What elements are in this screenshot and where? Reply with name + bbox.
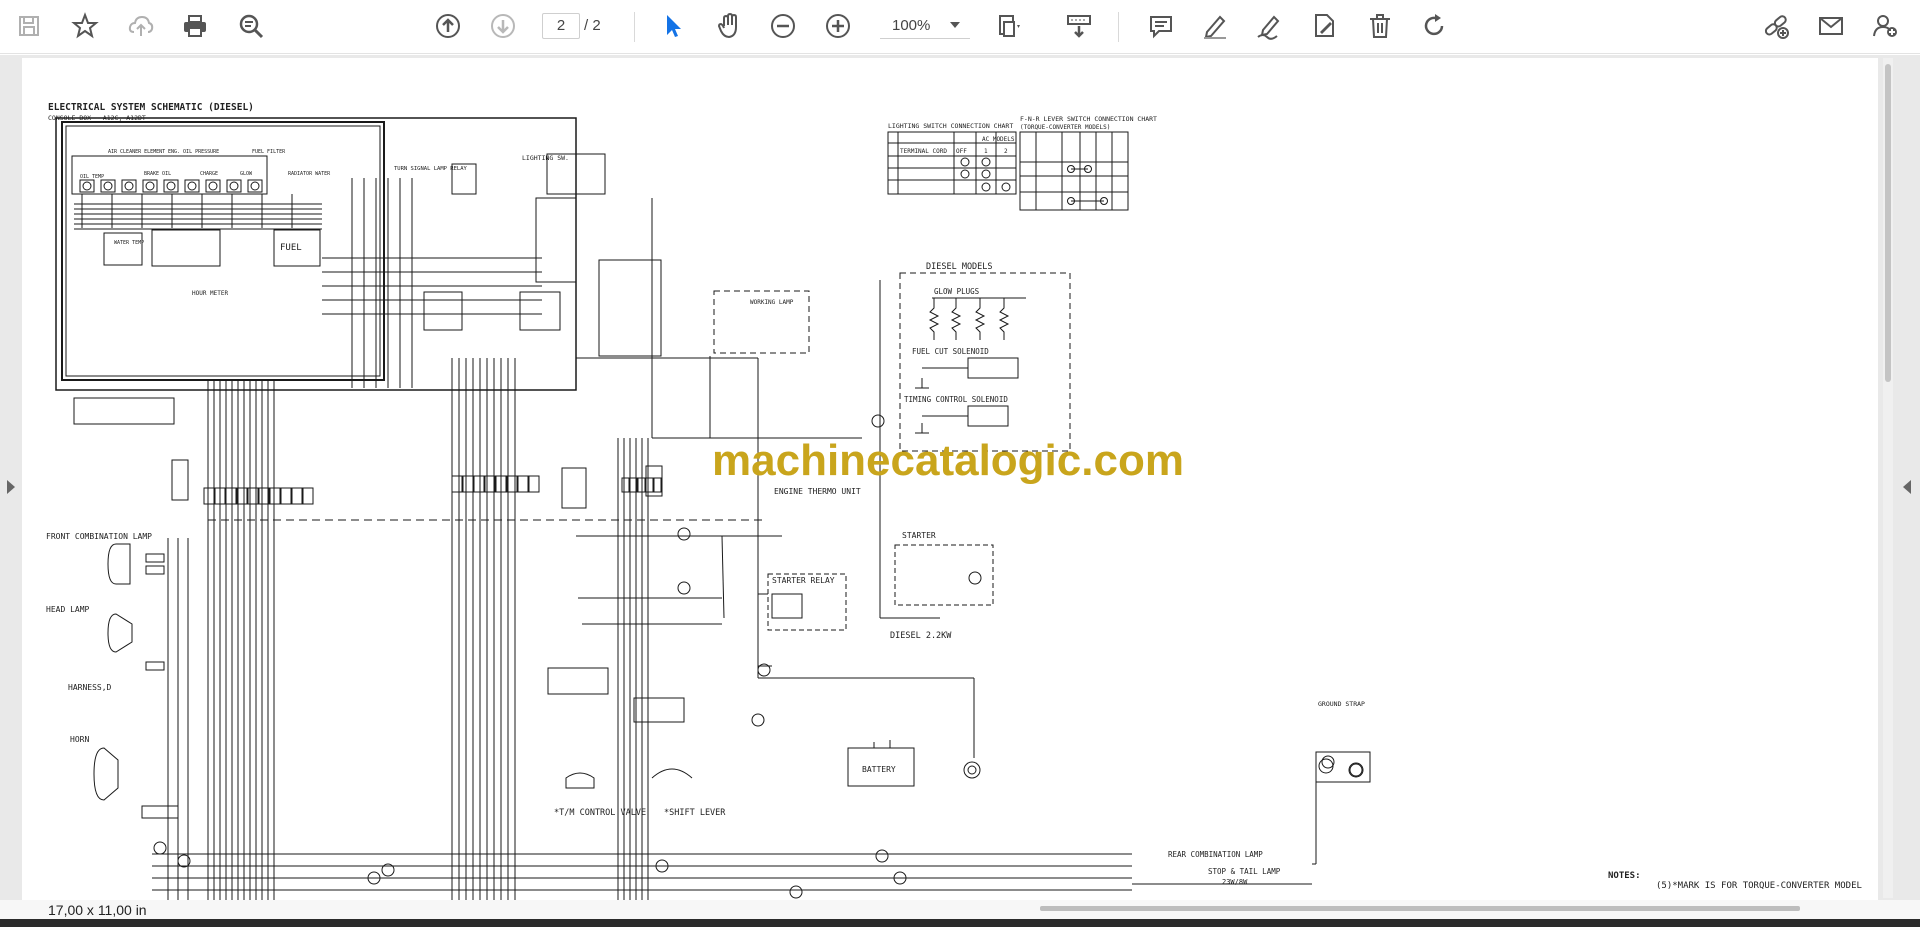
- glow-plugs-label: GLOW PLUGS: [934, 287, 980, 296]
- harness-d-label: HARNESS,D: [68, 683, 112, 692]
- shift-lever-label: *SHIFT LEVER: [664, 808, 726, 818]
- water-temp-label: WATER TEMP: [114, 240, 144, 246]
- brake-oil-label: BRAKE OIL: [144, 171, 171, 177]
- chart-one-label: 1: [984, 148, 988, 155]
- pdf-page: ELECTRICAL SYSTEM SCHEMATIC (DIESEL) CON…: [22, 58, 1878, 900]
- eng-oil-label: ENG. OIL PRESSURE: [168, 149, 219, 155]
- scroll-mode-icon[interactable]: [1062, 9, 1096, 43]
- schematic-title: ELECTRICAL SYSTEM SCHEMATIC (DIESEL): [48, 102, 254, 113]
- zoom-in-icon[interactable]: [821, 9, 855, 43]
- page-number-input[interactable]: 2: [542, 13, 580, 39]
- previous-page-arrow-icon[interactable]: [7, 480, 15, 494]
- battery-label: BATTERY: [862, 765, 896, 774]
- fnr-chart-subtitle: (TORQUE-CONVERTER MODELS): [1020, 124, 1110, 131]
- bookmark-star-icon[interactable]: [68, 9, 102, 43]
- working-lamp-label: WORKING LAMP: [750, 299, 794, 306]
- fuel-gauge-label: FUEL: [280, 243, 302, 253]
- lighting-chart-title: LIGHTING SWITCH CONNECTION CHART: [888, 122, 1013, 130]
- zoom-out-icon[interactable]: [766, 9, 800, 43]
- find-text-icon[interactable]: [234, 9, 268, 43]
- page-fit-icon[interactable]: [992, 9, 1026, 43]
- save-icon[interactable]: [12, 9, 46, 43]
- tm-control-valve-label: *T/M CONTROL VALVE: [554, 808, 646, 818]
- select-cursor-icon[interactable]: [656, 9, 690, 43]
- starter-label: STARTER: [902, 531, 936, 540]
- ground-strap-label: GROUND STRAP: [1318, 700, 1365, 708]
- add-user-icon[interactable]: [1868, 9, 1902, 43]
- charge-label: CHARGE: [200, 171, 218, 177]
- fnr-chart-title: F-N-R LEVER SWITCH CONNECTION CHART: [1020, 115, 1157, 123]
- terminal-cord-label: TERMINAL CORD: [900, 148, 947, 155]
- chart-off-label: OFF: [956, 148, 967, 155]
- highlight-pen-icon[interactable]: [1198, 9, 1232, 43]
- fill-sign-icon[interactable]: [1307, 9, 1341, 43]
- stop-tail-lamp-label: STOP & TAIL LAMP: [1208, 867, 1281, 876]
- head-lamp-label: HEAD LAMP: [46, 605, 90, 614]
- fuel-filter-label: FUEL FILTER: [252, 149, 286, 155]
- glow-label: GLOW: [240, 171, 253, 177]
- starter-relay-label: STARTER RELAY: [772, 576, 835, 585]
- document-viewport[interactable]: ELECTRICAL SYSTEM SCHEMATIC (DIESEL) CON…: [0, 55, 1920, 900]
- fuel-cut-label: FUEL CUT SOLENOID: [912, 347, 989, 356]
- chart-two-label: 2: [1004, 148, 1008, 155]
- diesel-kw-label: DIESEL 2.2KW: [890, 631, 952, 641]
- radiator-water-label: RADIATOR WATER: [288, 171, 331, 177]
- hand-pan-icon[interactable]: [712, 9, 746, 43]
- toolbar: 2 / 2 100%: [0, 0, 1920, 54]
- schematic-subtitle: CONSOLE BOX - A12C, A12DT: [48, 114, 146, 122]
- ac-models-label: AC MODELS: [982, 136, 1015, 143]
- hour-meter-label: HOUR METER: [192, 290, 229, 297]
- engine-thermo-label: ENGINE THERMO UNIT: [774, 487, 861, 496]
- horn-label: HORN: [70, 735, 89, 744]
- comment-icon[interactable]: [1144, 9, 1178, 43]
- next-page-arrow-icon[interactable]: [1903, 480, 1911, 494]
- print-icon[interactable]: [178, 9, 212, 43]
- turn-signal-label: TURN SIGNAL LAMP RELAY: [394, 166, 468, 172]
- lighting-sw-label: LIGHTING SW.: [522, 154, 569, 162]
- window-bottom-edge: [0, 919, 1920, 927]
- rear-combination-lamp-label: REAR COMBINATION LAMP: [1168, 850, 1263, 859]
- page-total-label: / 2: [584, 17, 601, 34]
- front-combination-lamp-label: FRONT COMBINATION LAMP: [46, 532, 152, 541]
- vertical-scroll-thumb[interactable]: [1885, 64, 1891, 382]
- draw-icon[interactable]: [1252, 9, 1286, 43]
- share-link-icon[interactable]: [1759, 9, 1793, 43]
- watermark-text: machinecatalogic.com: [712, 436, 1184, 485]
- page-down-icon[interactable]: [486, 9, 520, 43]
- notes-title: NOTES:: [1608, 871, 1641, 881]
- chevron-down-icon[interactable]: [950, 22, 960, 28]
- horizontal-scroll-thumb[interactable]: [1040, 906, 1800, 911]
- air-cleaner-label: AIR CLEANER ELEMENT: [108, 149, 165, 155]
- timing-control-label: TIMING CONTROL SOLENOID: [904, 395, 1008, 404]
- stop-tail-watt-label: 23W/8W: [1222, 878, 1248, 886]
- cloud-upload-icon[interactable]: [124, 9, 158, 43]
- diesel-models-label: DIESEL MODELS: [926, 262, 993, 272]
- notes-line-1: (5)*MARK IS FOR TORQUE-CONVERTER MODEL: [1656, 881, 1862, 891]
- delete-icon[interactable]: [1363, 9, 1397, 43]
- oil-temp-label: OIL TEMP: [80, 174, 104, 180]
- page-up-icon[interactable]: [431, 9, 465, 43]
- rotate-icon[interactable]: [1417, 9, 1451, 43]
- email-icon[interactable]: [1814, 9, 1848, 43]
- page-size-label: 17,00 x 11,00 in: [48, 902, 147, 918]
